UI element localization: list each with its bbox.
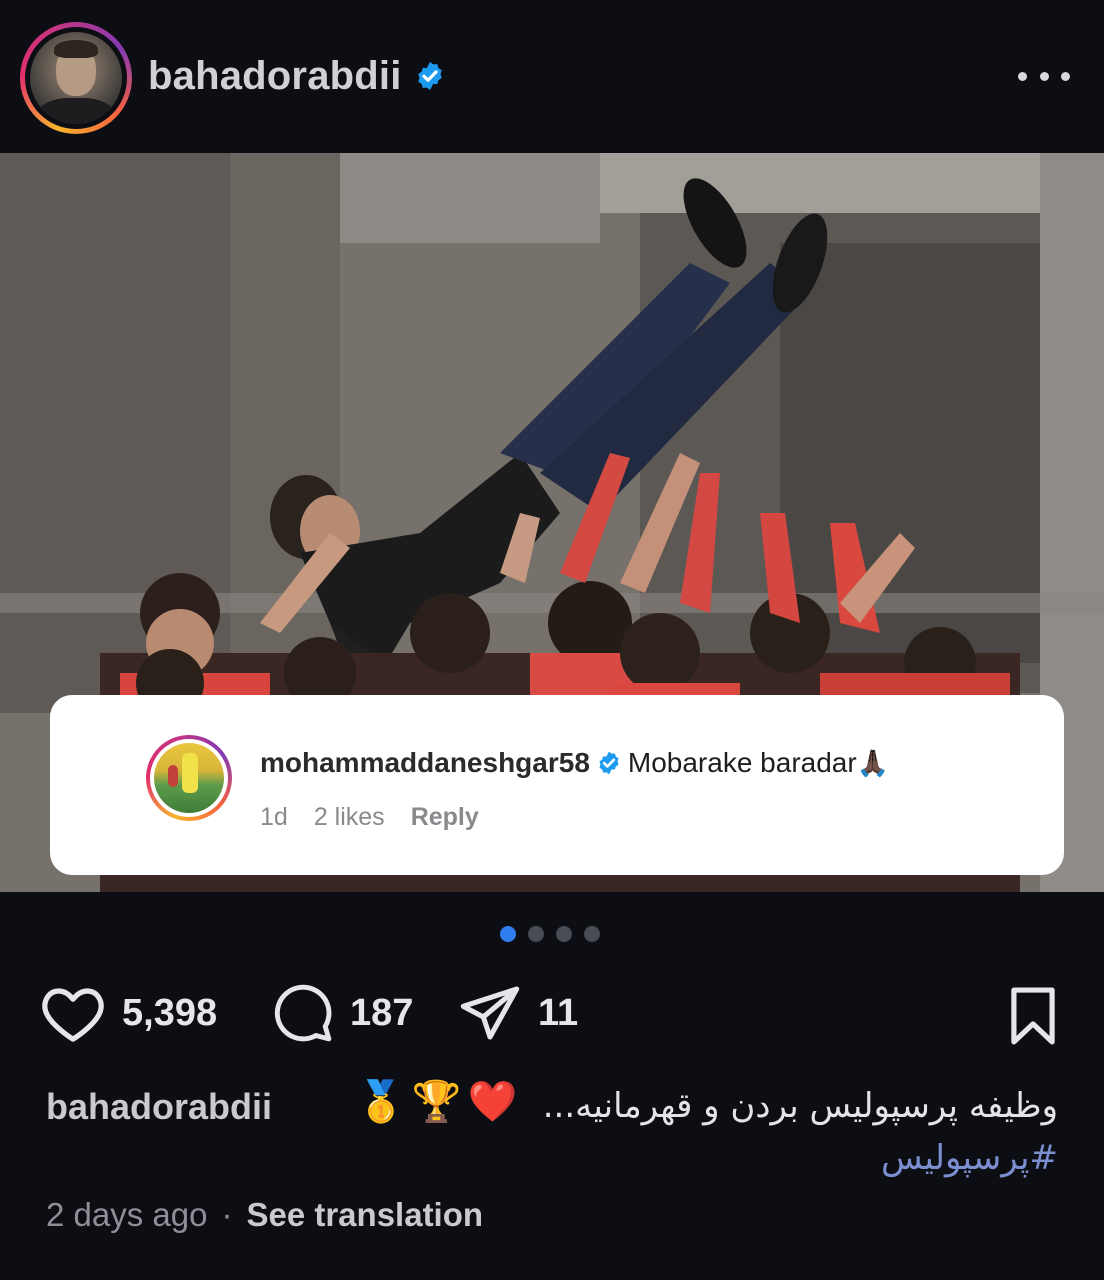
comment-line: mohammaddaneshgar58 Mobarake baradar🙏🏿 xyxy=(260,747,889,779)
carousel-dot xyxy=(528,926,544,942)
carousel-dot xyxy=(556,926,572,942)
caption-hashtag[interactable]: #پرسپولیس xyxy=(881,1138,1058,1178)
share-button[interactable]: 11 xyxy=(458,978,578,1048)
caption-emojis: 🥇🏆❤️ xyxy=(356,1080,524,1124)
verified-badge-icon xyxy=(599,751,619,775)
comments-count: 187 xyxy=(350,991,414,1034)
author-username[interactable]: bahadorabdii xyxy=(148,54,402,99)
verified-badge-icon xyxy=(418,62,442,90)
post-time: 2 days ago xyxy=(46,1196,208,1233)
reply-button[interactable]: Reply xyxy=(411,803,479,832)
commenter-avatar[interactable] xyxy=(146,735,232,821)
comment-meta: 1d 2 likes Reply xyxy=(260,803,479,832)
post-footer: 2 days ago · See translation xyxy=(46,1196,483,1234)
author-avatar-photo xyxy=(30,32,122,124)
caption-username[interactable]: bahadorabdii xyxy=(46,1086,272,1128)
likes-count: 5,398 xyxy=(122,991,218,1034)
comment-emoji: 🙏🏿 xyxy=(856,748,890,778)
comment-button[interactable]: 187 xyxy=(272,978,413,1048)
carousel-dot xyxy=(584,926,600,942)
comment-text: Mobarake baradar xyxy=(627,747,857,778)
heart-icon xyxy=(42,988,104,1042)
post-header: bahadorabdii xyxy=(0,0,1104,152)
send-icon xyxy=(460,986,520,1040)
carousel-indicator xyxy=(500,926,600,942)
comment-card[interactable]: mohammaddaneshgar58 Mobarake baradar🙏🏿 1… xyxy=(50,695,1064,875)
separator: · xyxy=(221,1196,233,1233)
like-button[interactable]: 5,398 xyxy=(40,978,217,1048)
commenter-avatar-photo xyxy=(154,743,224,813)
comment-time: 1d xyxy=(260,803,288,831)
post-actions: 5,398 187 11 xyxy=(0,978,1104,1048)
comment-likes[interactable]: 2 likes xyxy=(314,803,385,832)
caption-text: وظیفه پرسپولیس بردن و قهرمانیه... xyxy=(542,1086,1058,1126)
see-translation-link[interactable]: See translation xyxy=(246,1196,483,1234)
commenter-username[interactable]: mohammaddaneshgar58 xyxy=(260,747,590,778)
bookmark-icon[interactable] xyxy=(1004,986,1062,1046)
author-avatar[interactable] xyxy=(20,22,132,134)
comment-bubble-icon xyxy=(274,984,332,1042)
carousel-dot xyxy=(500,926,516,942)
more-options-icon[interactable] xyxy=(1018,62,1070,90)
shares-count: 11 xyxy=(538,991,579,1034)
